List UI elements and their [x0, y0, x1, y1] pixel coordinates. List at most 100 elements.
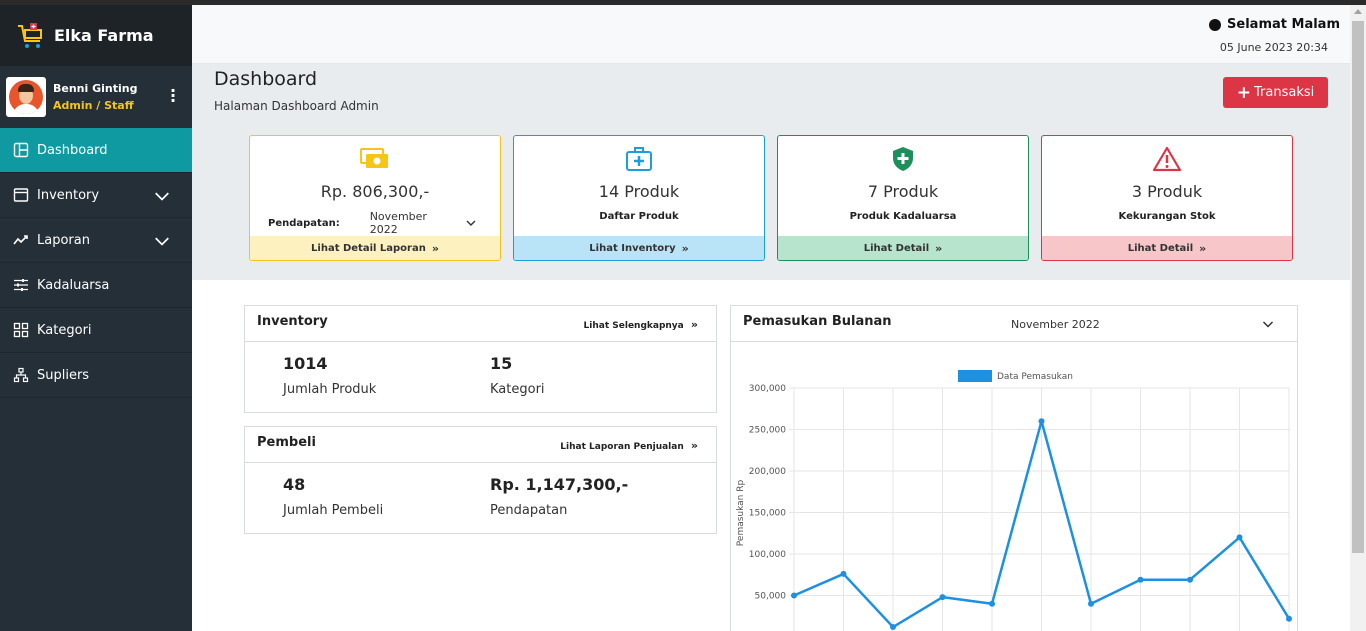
grid-icon [13, 322, 29, 338]
panel-title: Inventory [257, 314, 328, 329]
sidebar-item-label: Kategori [37, 322, 92, 338]
card-value: 14 Produk [598, 182, 680, 201]
card-footer-link[interactable]: Lihat Detail » [778, 236, 1028, 260]
stat-label: Jumlah Pembeli [283, 503, 384, 518]
card-value: 7 Produk [867, 182, 939, 201]
data-point [1038, 418, 1045, 425]
kebab-menu-icon[interactable]: · · · [170, 83, 176, 109]
data-point [791, 592, 797, 599]
double-chevron-right-icon: » [935, 241, 943, 255]
stat-value: Rp. 1,147,300,- [490, 475, 629, 494]
sidebar-item-dashboard[interactable]: Dashboard [0, 128, 192, 173]
double-chevron-right-icon: » [690, 318, 698, 331]
month-select[interactable]: November 2022 [370, 210, 476, 236]
stat-value: 1014 [283, 354, 328, 373]
page-subtitle: Halaman Dashboard Admin [214, 99, 379, 113]
chevron-down-icon [155, 192, 169, 201]
card-label: Pendapatan: [268, 217, 340, 229]
user-role: Admin / Staff [53, 99, 134, 112]
sidebar-item-supliers[interactable]: Supliers [0, 353, 192, 398]
y-axis-label: Pemasukan Rp [736, 480, 746, 547]
data-point [890, 624, 896, 631]
data-point [1088, 600, 1094, 607]
y-tick-label: 100,000 [749, 550, 786, 560]
card-kadaluarsa: 7 Produk Produk Kadaluarsa Lihat Detail … [777, 135, 1029, 261]
double-chevron-right-icon: » [1199, 241, 1207, 255]
card-stok: 3 Produk Kekurangan Stok Lihat Detail » [1041, 135, 1293, 261]
card-footer-link[interactable]: Lihat Detail » [1042, 236, 1292, 260]
sidebar-item-label: Dashboard [37, 142, 108, 158]
pembeli-panel: Pembeli Lihat Laporan Penjualan » 48 Jum… [244, 426, 717, 534]
user-name: Benni Ginting [53, 82, 138, 95]
legend-swatch [958, 370, 992, 382]
chevron-down-icon[interactable] [1262, 319, 1274, 329]
avatar[interactable] [6, 77, 46, 117]
sidebar-item-label: Kadaluarsa [37, 277, 110, 293]
y-tick-label: 50,000 [755, 592, 787, 602]
chevron-down-icon [155, 237, 169, 246]
y-tick-label: 300,000 [749, 384, 786, 394]
sitemap-icon [13, 367, 29, 383]
money-icon [360, 148, 388, 168]
medkit-icon [626, 147, 652, 171]
data-point [1236, 534, 1243, 541]
user-panel: Benni Ginting Admin / Staff [0, 66, 192, 128]
sliders-icon [14, 279, 28, 291]
card-footer-label: Lihat Inventory [589, 242, 676, 254]
sidebar-item-laporan[interactable]: Laporan [0, 218, 192, 263]
y-tick-label: 200,000 [749, 467, 786, 477]
chart-month-select[interactable]: November 2022 [1011, 318, 1100, 331]
sidebar: Elka Farma Benni Ginting Admin / Staff ·… [0, 5, 192, 631]
panel-link-label: Lihat Laporan Penjualan [560, 442, 684, 452]
y-tick-label: 250,000 [749, 426, 786, 436]
pemasukan-chart-panel: Pemasukan Bulanan November 2022 300,000 2… [730, 305, 1298, 631]
top-header: Selamat Malam 05 June 2023 20:34 [192, 5, 1350, 64]
transaksi-button-label: Transaksi [1254, 85, 1315, 100]
dashboard-hero: Dashboard Halaman Dashboard Admin + Tran… [192, 64, 1350, 280]
double-chevron-right-icon: » [690, 439, 698, 452]
month-select-value: November 2022 [369, 210, 427, 236]
sidebar-item-kadaluarsa[interactable]: Kadaluarsa [0, 263, 192, 308]
warning-icon [1152, 146, 1182, 172]
data-point [1187, 576, 1193, 583]
cart-logo-icon [18, 22, 42, 48]
data-point [989, 600, 995, 607]
card-footer-label: Lihat Detail [863, 242, 930, 254]
card-pendapatan: Rp. 806,300,- Pendapatan: November 2022 … [249, 135, 501, 261]
data-point [1286, 615, 1292, 622]
dashboard-icon [13, 142, 29, 158]
stat-label: Kategori [490, 382, 545, 397]
card-label: Produk Kadaluarsa [849, 211, 957, 222]
stat-label: Jumlah Produk [283, 382, 377, 397]
legend-label: Data Pemasukan [997, 372, 1073, 382]
scrollbar[interactable] [1350, 5, 1366, 631]
panel-link-label: Lihat Selengkapnya [583, 321, 684, 331]
line-chart: 300,000 250,000 200,000 150,000 100,000 50,00… [736, 370, 1292, 631]
plus-icon: + [1236, 82, 1251, 103]
scrollbar-thumb[interactable] [1352, 21, 1364, 553]
scroll-up-arrow-icon[interactable] [1354, 9, 1362, 14]
panel-title: Pemasukan Bulanan [743, 314, 892, 329]
sidebar-item-label: Inventory [37, 187, 100, 203]
double-chevron-right-icon: » [681, 241, 689, 255]
shield-plus-icon [893, 147, 913, 171]
card-value: Rp. 806,300,- [320, 182, 430, 201]
card-footer-link[interactable]: Lihat Detail Laporan » [250, 236, 500, 260]
stat-value: 48 [283, 475, 306, 494]
transaksi-button[interactable]: + Transaksi [1223, 77, 1328, 108]
data-point [1137, 576, 1144, 583]
data-point [840, 570, 847, 577]
panel-title: Pembeli [257, 435, 316, 450]
sidebar-item-label: Supliers [37, 367, 90, 383]
card-footer-link[interactable]: Lihat Inventory » [514, 236, 764, 260]
lihat-laporan-penjualan-link[interactable]: Lihat Laporan Penjualan » [560, 439, 698, 452]
greeting-text: Selamat Malam [1227, 17, 1340, 32]
y-tick-label: 150,000 [749, 509, 786, 519]
data-point [939, 594, 946, 601]
card-label: Kekurangan Stok [1118, 211, 1216, 222]
sidebar-item-inventory[interactable]: Inventory [0, 173, 192, 218]
sidebar-item-kategori[interactable]: Kategori [0, 308, 192, 353]
lihat-selengkapnya-link[interactable]: Lihat Selengkapnya » [584, 318, 698, 331]
brand[interactable]: Elka Farma [0, 5, 192, 66]
archive-icon [13, 188, 29, 202]
